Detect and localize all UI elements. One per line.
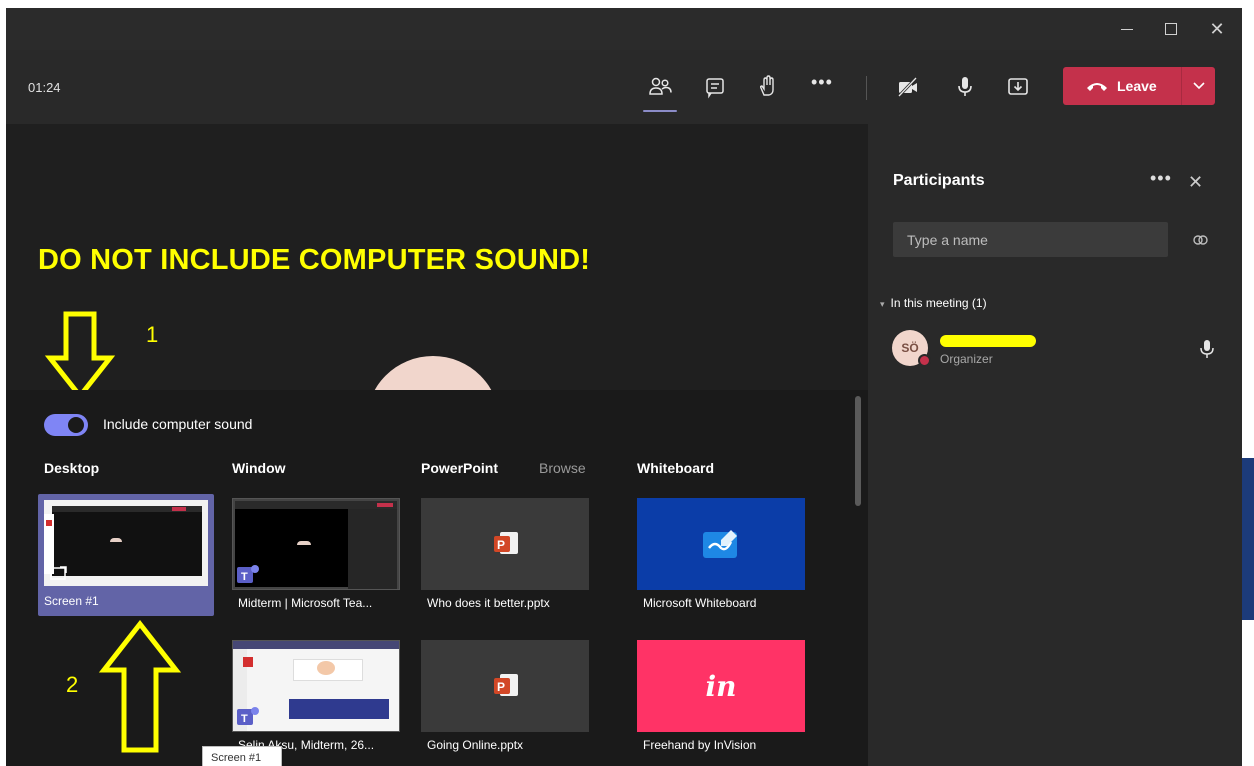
- panel-more-button[interactable]: •••: [1150, 168, 1172, 189]
- annotation-step-2: 2: [66, 672, 79, 697]
- ppt-label: Who does it better.pptx: [427, 596, 550, 610]
- microphone-icon[interactable]: [952, 74, 978, 100]
- status-indicator: [918, 354, 931, 367]
- section-whiteboard: Whiteboard: [637, 460, 714, 476]
- powerpoint-icon: P: [494, 674, 518, 696]
- annotation-arrow-up: [98, 620, 182, 753]
- in-meeting-section[interactable]: ▾ In this meeting (1): [880, 296, 987, 310]
- invision-thumbnail: in: [637, 640, 805, 732]
- svg-text:T: T: [241, 571, 248, 583]
- screen-share-icon: [50, 566, 67, 580]
- whiteboard-label: Microsoft Whiteboard: [643, 596, 757, 610]
- desktop-screen-1-card[interactable]: Screen #1: [38, 494, 214, 616]
- svg-text:P: P: [497, 680, 505, 694]
- share-tray-icon[interactable]: [1005, 74, 1031, 100]
- participant-search-input[interactable]: [893, 222, 1168, 257]
- leave-options-button[interactable]: [1182, 67, 1215, 105]
- teams-window: ✕ 01:24 ••• Leave DO NOT INCLUDE COMPUTE…: [6, 8, 1242, 766]
- tray-scrollbar[interactable]: [855, 396, 861, 506]
- section-powerpoint: PowerPoint: [421, 460, 499, 476]
- title-bar: ✕: [6, 8, 1242, 50]
- ppt-label: Going Online.pptx: [427, 738, 524, 752]
- ppt-thumbnail: P: [421, 498, 589, 590]
- ppt-thumbnail: P: [421, 640, 589, 732]
- active-tab-indicator: [643, 110, 677, 112]
- meeting-timer: 01:24: [28, 80, 61, 95]
- background-window-edge: [1242, 458, 1254, 620]
- whiteboard-icon: [703, 530, 737, 558]
- window-card-teams[interactable]: T Midterm | Microsoft Tea...: [232, 498, 400, 616]
- whiteboard-thumbnail: [637, 498, 805, 590]
- annotation-arrow-down: [44, 311, 116, 400]
- chevron-down-icon: [1193, 82, 1205, 90]
- annotation-warning: DO NOT INCLUDE COMPUTER SOUND!: [38, 244, 591, 276]
- invision-label: Freehand by InVision: [643, 738, 757, 752]
- leave-button[interactable]: Leave: [1063, 67, 1181, 105]
- browse-link[interactable]: Browse: [539, 460, 586, 476]
- teams-app-icon: T: [237, 565, 259, 583]
- invision-logo: in: [705, 670, 737, 703]
- panel-title: Participants: [893, 172, 985, 189]
- section-desktop: Desktop: [44, 460, 100, 476]
- camera-off-icon[interactable]: [895, 74, 921, 100]
- in-meeting-label: In this meeting (1): [890, 296, 987, 310]
- screen-thumbnail: [44, 500, 208, 586]
- window-thumbnail: T: [232, 498, 400, 590]
- chat-icon[interactable]: [702, 74, 728, 100]
- powerpoint-icon: P: [494, 532, 518, 554]
- participant-role: Organizer: [940, 352, 993, 366]
- meeting-stage: DO NOT INCLUDE COMPUTER SOUND! 1 Include…: [6, 124, 868, 766]
- tooltip: Screen #1: [202, 746, 282, 766]
- participants-panel: Participants ••• ✕ ▾In this meeting (1) …: [868, 124, 1242, 766]
- annotation-step-1: 1: [146, 322, 159, 347]
- invision-card[interactable]: in Freehand by InVision: [637, 640, 805, 758]
- window-thumbnail: T: [232, 640, 400, 732]
- participants-icon[interactable]: [647, 74, 673, 100]
- share-invite-icon[interactable]: [1190, 230, 1210, 250]
- screen-1-label: Screen #1: [44, 594, 99, 608]
- hang-up-icon: [1087, 83, 1107, 91]
- include-sound-toggle[interactable]: [44, 414, 88, 436]
- raise-hand-icon[interactable]: [755, 74, 781, 100]
- window-label: Midterm | Microsoft Tea...: [238, 596, 373, 610]
- chevron-down-icon: ▾: [880, 299, 885, 309]
- toggle-knob: [68, 417, 84, 433]
- teams-app-icon: T: [237, 707, 259, 725]
- minimize-button[interactable]: [1112, 16, 1142, 42]
- maximize-button[interactable]: [1156, 16, 1186, 42]
- svg-text:T: T: [241, 713, 248, 725]
- panel-close-button[interactable]: ✕: [1188, 172, 1203, 193]
- ppt-card-1[interactable]: P Who does it better.pptx: [421, 498, 589, 616]
- leave-label: Leave: [1117, 78, 1157, 94]
- meeting-toolbar: 01:24 ••• Leave: [6, 50, 1242, 124]
- section-window: Window: [232, 460, 286, 476]
- leave-button-group: Leave: [1063, 67, 1215, 105]
- close-window-button[interactable]: ✕: [1202, 16, 1232, 42]
- whiteboard-card[interactable]: Microsoft Whiteboard: [637, 498, 805, 616]
- window-card-midterm[interactable]: T Selin Aksu, Midterm, 26...: [232, 640, 400, 758]
- participant-name-redacted: [940, 335, 1036, 347]
- microphone-icon[interactable]: [1198, 338, 1216, 360]
- include-sound-label: Include computer sound: [103, 416, 253, 432]
- toolbar-divider: [866, 76, 867, 100]
- svg-text:P: P: [497, 538, 505, 552]
- participant-row[interactable]: SÖ Organizer: [892, 330, 1222, 370]
- more-options-button[interactable]: •••: [811, 72, 837, 98]
- ppt-card-2[interactable]: P Going Online.pptx: [421, 640, 589, 758]
